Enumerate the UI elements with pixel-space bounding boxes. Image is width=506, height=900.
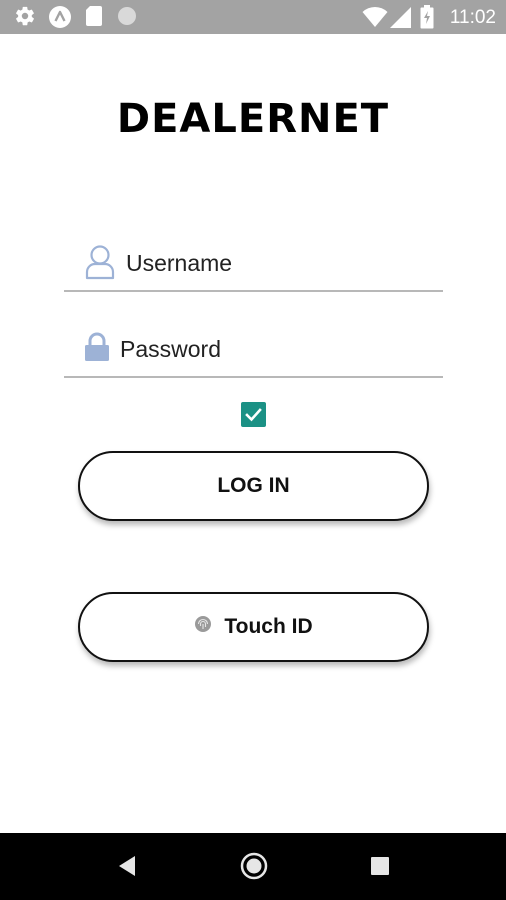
app-a-icon xyxy=(48,5,72,34)
status-time: 11:02 xyxy=(449,7,496,28)
app-title: DEALERNET xyxy=(116,96,390,142)
status-bar: 11:02 xyxy=(0,0,506,34)
wifi-icon xyxy=(362,6,388,33)
touch-id-button-label: Touch ID xyxy=(224,615,313,638)
home-icon[interactable] xyxy=(240,852,268,885)
sd-card-icon xyxy=(84,5,104,32)
user-icon xyxy=(84,244,116,285)
settings-icon xyxy=(14,5,36,32)
battery-icon xyxy=(420,5,434,34)
back-icon[interactable] xyxy=(116,853,138,884)
username-input[interactable] xyxy=(126,246,426,280)
password-field[interactable] xyxy=(64,320,443,378)
recents-icon[interactable] xyxy=(371,857,389,880)
lock-icon xyxy=(84,332,110,367)
remember-checkbox[interactable] xyxy=(241,402,266,427)
navigation-bar xyxy=(0,833,506,900)
circle-icon xyxy=(116,5,138,32)
login-button-label: LOG IN xyxy=(217,474,290,497)
fingerprint-icon xyxy=(194,615,212,639)
login-screen: 11:02 DEALERNET LOG IN xyxy=(0,0,506,900)
touch-id-button[interactable]: Touch ID xyxy=(78,592,429,662)
checkmark-icon xyxy=(245,408,262,422)
login-button[interactable]: LOG IN xyxy=(78,451,429,521)
password-input[interactable] xyxy=(120,332,420,366)
cell-signal-icon xyxy=(390,7,412,33)
username-field[interactable] xyxy=(64,234,443,292)
